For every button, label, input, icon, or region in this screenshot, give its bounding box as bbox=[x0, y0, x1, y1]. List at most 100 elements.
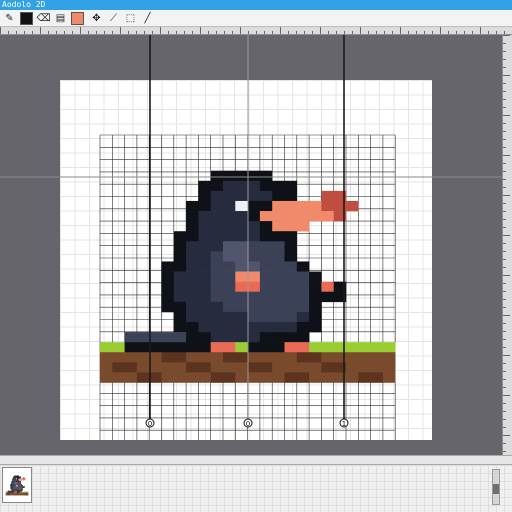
thumbnail-pixel bbox=[11, 491, 13, 493]
thumbnail-pixel bbox=[13, 488, 15, 490]
ruler-tick bbox=[112, 31, 113, 34]
thumbnail-pixel bbox=[14, 485, 16, 486]
scrollbar-thumb[interactable] bbox=[493, 484, 499, 494]
thumbnail-pixel bbox=[13, 484, 15, 486]
ruler-tick bbox=[168, 31, 169, 34]
top-ruler[interactable] bbox=[0, 27, 512, 35]
toolbar: ✎ ⌫ ▤ ✥ ⟋ ⬚ ╱ bbox=[0, 10, 512, 27]
frame-thumbnail[interactable] bbox=[2, 467, 32, 503]
thumbnail-pixel bbox=[16, 493, 18, 495]
thumbnail-pixel bbox=[17, 484, 18, 486]
thumbnail-pixel bbox=[14, 490, 16, 492]
thumbnail-pixel bbox=[17, 485, 19, 486]
tool-pencil[interactable]: ✎ bbox=[3, 12, 16, 25]
move-icon: ✥ bbox=[92, 13, 101, 24]
thumbnail-pixel bbox=[12, 486, 14, 488]
workspace: 0 0 1 bbox=[0, 35, 502, 455]
ruler-tick bbox=[503, 35, 510, 36]
ruler-tick bbox=[503, 347, 506, 348]
ruler-tick bbox=[16, 31, 17, 34]
ruler-tick bbox=[503, 387, 506, 388]
thumbnail-pixel bbox=[17, 476, 19, 478]
thumbnail-pixel bbox=[8, 494, 10, 496]
thumbnail-pixel bbox=[17, 488, 18, 490]
ruler-tick bbox=[503, 299, 506, 300]
thumbnail-pixel bbox=[17, 486, 18, 488]
thumbnail-pixel bbox=[23, 492, 25, 494]
thumbnail-pixel bbox=[11, 488, 13, 490]
thumbnail-pixel bbox=[17, 488, 19, 490]
thumbnail-pixel bbox=[17, 491, 19, 493]
tool-select[interactable]: ⬚ bbox=[124, 12, 137, 25]
thumbnail-pixel bbox=[16, 486, 18, 488]
thumbnail-pixel bbox=[21, 491, 23, 493]
thumbnail-pixel bbox=[16, 475, 18, 477]
thumbnail-pixel bbox=[11, 483, 13, 485]
ruler-tick bbox=[376, 31, 377, 34]
ruler-tick bbox=[208, 31, 209, 34]
secondary-color-swatch[interactable] bbox=[71, 12, 84, 25]
thumbnail-pixel bbox=[14, 482, 16, 484]
thumbnail-pixel bbox=[15, 492, 17, 494]
ruler-tick bbox=[392, 31, 393, 34]
primary-color-swatch[interactable] bbox=[20, 12, 33, 25]
thumbnail-pixel bbox=[13, 476, 15, 478]
thumbnail-pixel bbox=[17, 494, 18, 496]
thumbnail-pixel bbox=[17, 492, 19, 494]
thumbnail-pixel bbox=[15, 489, 17, 491]
thumbnail-pixel bbox=[18, 488, 20, 490]
tool-eyedropper[interactable]: ⟋ bbox=[107, 12, 120, 25]
thumbnail-pixel bbox=[20, 490, 22, 492]
thumbnail-pixel bbox=[12, 485, 14, 487]
thumbnail-pixel bbox=[18, 476, 20, 478]
ruler-tick bbox=[503, 163, 506, 164]
ruler-tick bbox=[503, 235, 510, 236]
ruler-tick bbox=[456, 31, 457, 34]
thumbnail-pixel bbox=[13, 486, 15, 488]
tool-eraser[interactable]: ⌫ bbox=[36, 12, 50, 25]
thumbnail-pixel bbox=[23, 491, 25, 493]
thumbnail-pixel bbox=[10, 486, 12, 488]
thumbnail-pixel bbox=[15, 479, 17, 481]
thumbnail-pixel bbox=[23, 494, 25, 496]
ruler-tick bbox=[280, 27, 281, 34]
timeline-scrollbar[interactable] bbox=[492, 469, 500, 505]
thumbnail-pixel bbox=[21, 494, 23, 496]
ruler-tick bbox=[503, 435, 510, 436]
ruler-tick bbox=[503, 363, 506, 364]
thumbnail-pixel bbox=[10, 485, 12, 487]
ruler-tick bbox=[232, 31, 233, 34]
thumbnail-pixel bbox=[16, 485, 18, 486]
thumbnail-pixel bbox=[18, 486, 20, 488]
tool-fill[interactable]: ▤ bbox=[54, 12, 67, 25]
ruler-tick bbox=[408, 31, 409, 34]
ruler-tick bbox=[240, 27, 241, 34]
thumbnail-pixel bbox=[11, 492, 13, 494]
thumbnail-pixel bbox=[19, 486, 21, 488]
ruler-tick bbox=[136, 31, 137, 34]
select-icon: ⬚ bbox=[125, 13, 136, 24]
ruler-tick bbox=[503, 451, 506, 452]
tool-line[interactable]: ╱ bbox=[141, 12, 154, 25]
ruler-tick bbox=[256, 31, 257, 34]
thumbnail-pixel bbox=[20, 485, 22, 486]
ruler-tick bbox=[503, 195, 510, 196]
thumbnail-pixel bbox=[7, 490, 9, 492]
thumbnail-pixel bbox=[5, 494, 7, 496]
thumbnail-pixel bbox=[16, 480, 18, 482]
thumbnail-pixel bbox=[12, 494, 14, 496]
ruler-tick bbox=[464, 31, 465, 34]
thumbnail-pixel bbox=[14, 476, 16, 478]
tool-move[interactable]: ✥ bbox=[90, 12, 103, 25]
ruler-tick bbox=[503, 51, 506, 52]
thumbnail-pixel bbox=[18, 485, 20, 486]
thumbnail-pixel bbox=[19, 487, 21, 489]
thumbnail-pixel bbox=[19, 482, 21, 484]
thumbnail-pixel bbox=[11, 482, 13, 484]
right-ruler[interactable] bbox=[502, 35, 512, 455]
thumbnail-pixel bbox=[12, 488, 14, 490]
thumbnail-pixel bbox=[12, 487, 14, 489]
thumbnail-pixel bbox=[23, 477, 25, 479]
ruler-tick bbox=[488, 31, 489, 34]
ruler-tick bbox=[264, 31, 265, 34]
